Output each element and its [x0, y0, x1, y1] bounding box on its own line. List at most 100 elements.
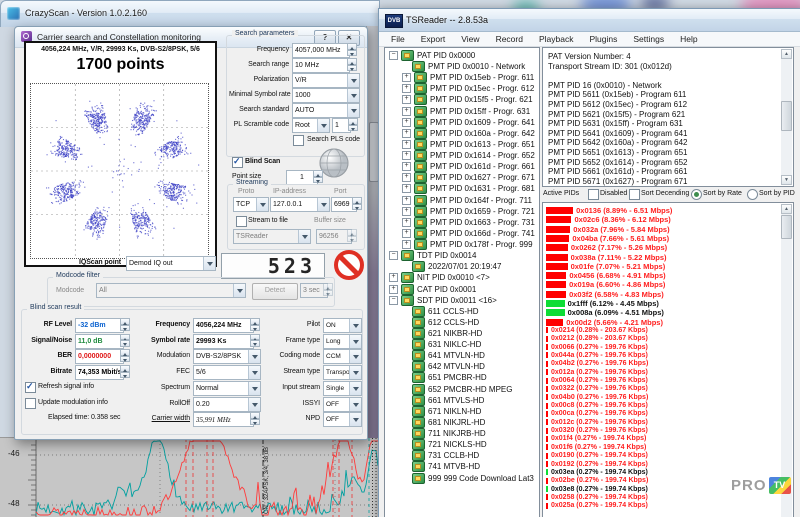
pid-row[interactable]: 0x1fff (6.12% - 4.45 Mbps) — [546, 299, 659, 308]
tree-item[interactable]: 651 PMCBR-HD — [402, 372, 487, 383]
tree-item[interactable]: 681 NIKJRL-HD — [402, 417, 485, 428]
param-field[interactable]: 4057,000 MHz — [292, 43, 350, 58]
pid-row[interactable]: 0x04b2 (0.27% - 199.76 Kbps) — [546, 360, 648, 367]
result-spinner[interactable] — [120, 334, 130, 347]
result-combo[interactable]: Long — [323, 334, 362, 349]
result-spinner[interactable] — [120, 318, 130, 331]
tree-item[interactable]: 661 MTVLS-HD — [402, 395, 484, 406]
tree-item[interactable]: 731 CCLB-HD — [402, 450, 479, 461]
tree-expander[interactable]: + — [402, 207, 411, 216]
param-spinner[interactable] — [347, 43, 357, 56]
menu-help[interactable]: Help — [672, 33, 705, 45]
pid-row[interactable]: 0x03e8 (0.27% - 199.74 Kbps) — [546, 486, 648, 493]
tree-expander[interactable]: + — [389, 273, 398, 282]
tree-item[interactable]: +PMT PID 0x15ec - Progr. 612 — [402, 83, 534, 94]
tree-item[interactable]: +PMT PID 0x1663 - Progr. 731 — [402, 217, 535, 228]
result-combo[interactable]: DVB-S2/8PSK — [193, 349, 261, 364]
tree-item[interactable]: −TDT PID 0x0014 — [389, 250, 476, 261]
tree-expander[interactable]: + — [402, 240, 411, 249]
scroll-up-arrow[interactable]: ▲ — [781, 204, 792, 214]
crazyscan-window-titlebar[interactable]: CrazyScan - Version 1.0.2.160 — [0, 0, 380, 27]
tree-item[interactable]: 621 NIKBR-HD — [402, 328, 482, 339]
tree-item[interactable]: +PMT PID 0x166d - Progr. 741 — [402, 228, 535, 239]
menu-playback[interactable]: Playback — [531, 33, 582, 45]
tree-item[interactable]: 631 NIKLC-HD — [402, 339, 481, 350]
tree-item[interactable]: +PMT PID 0x161d - Progr. 661 — [402, 161, 535, 172]
param-field[interactable]: 10 MHz — [292, 58, 350, 73]
menu-view[interactable]: View — [453, 33, 487, 45]
sort-by-rate-radio[interactable] — [691, 189, 702, 200]
tree-expander[interactable]: + — [402, 184, 411, 193]
result-checkbox[interactable] — [25, 398, 36, 409]
pid-row[interactable]: 0x012a (0.27% - 199.76 Kbps) — [546, 369, 648, 376]
tree-item[interactable]: +PMT PID 0x1631 - Progr. 681 — [402, 183, 535, 194]
tree-item[interactable]: +PMT PID 0x15f5 - Progr. 621 — [402, 94, 533, 105]
pat-panel-scrollbar[interactable]: ▲ ▼ — [781, 49, 792, 185]
tree-expander[interactable]: + — [402, 107, 411, 116]
tree-item[interactable]: 612 CCLS-HD — [402, 317, 479, 328]
tree-expander[interactable]: + — [389, 285, 398, 294]
result-combo[interactable]: Single — [323, 381, 362, 396]
result-combo[interactable]: CCM — [323, 349, 362, 364]
pid-row[interactable]: 0x0190 (0.27% - 199.74 Kbps) — [546, 452, 648, 459]
menu-plugins[interactable]: Plugins — [581, 33, 625, 45]
tsreader-titlebar[interactable]: DVB TSReader -- 2.8.53a — [379, 9, 800, 32]
menu-record[interactable]: Record — [488, 33, 531, 45]
tree-expander[interactable]: − — [389, 251, 398, 260]
pid-row[interactable]: 0x01f6 (0.27% - 199.74 Kbps) — [546, 444, 646, 451]
pid-row[interactable]: 0x0136 (8.89% - 6.51 Mbps) — [546, 206, 672, 215]
pid-row[interactable]: 0x00d2 (5.66% - 4.21 Mbps) — [546, 318, 663, 327]
tree-item[interactable]: +PMT PID 0x1609 - Progr. 641 — [402, 117, 535, 128]
result-value-field[interactable]: 11,0 dB — [75, 334, 124, 349]
scroll-down-arrow[interactable]: ▼ — [781, 175, 792, 185]
tree-expander[interactable]: + — [402, 84, 411, 93]
blind-scan-checkbox[interactable] — [232, 157, 243, 168]
menu-file[interactable]: File — [383, 33, 413, 45]
sort-by-pid-radio[interactable] — [747, 189, 758, 200]
result-combo[interactable]: 5/6 — [193, 365, 261, 380]
pid-row[interactable]: 0x04ba (7.66% - 5.61 Mbps) — [546, 234, 669, 243]
pid-row[interactable]: 0x02c6 (8.36% - 6.12 Mbps) — [546, 215, 671, 224]
pid-row[interactable]: 0x019a (6.60% - 4.86 Mbps) — [546, 280, 665, 289]
result-combo[interactable]: OFF — [323, 397, 362, 412]
result-combo[interactable]: ON — [323, 318, 362, 333]
tree-item[interactable]: −SDT PID 0x0011 <16> — [389, 295, 497, 306]
pid-row[interactable]: 0x0064 (0.27% - 199.76 Kbps) — [546, 377, 648, 384]
tree-expander[interactable]: − — [389, 296, 398, 305]
result-combo[interactable]: Transport — [323, 365, 362, 380]
result-value-field[interactable]: -32 dBm — [75, 318, 124, 333]
tree-item[interactable]: 711 NIKJRB-HD — [402, 428, 486, 439]
pid-row[interactable]: 0x0214 (0.28% - 203.67 Kbps) — [546, 327, 648, 334]
result-value-field[interactable]: 0,0000000 — [75, 349, 124, 364]
tree-expander[interactable]: + — [402, 173, 411, 182]
tree-item[interactable]: +PMT PID 0x1613 - Progr. 651 — [402, 139, 535, 150]
pid-row[interactable]: 0x03ea (0.27% - 199.74 Kbps) — [546, 469, 648, 476]
tree-expander[interactable]: + — [402, 95, 411, 104]
pid-row[interactable]: 0x038a (7.11% - 5.22 Mbps) — [546, 253, 667, 262]
pid-row[interactable]: 0x0456 (6.68% - 4.91 Mbps) — [546, 271, 666, 280]
tree-item[interactable]: −PAT PID 0x0000 — [389, 50, 475, 61]
pid-row[interactable]: 0x0258 (0.27% - 199.74 Kbps) — [546, 494, 648, 501]
tree-item[interactable]: +PMT PID 0x1614 - Progr. 652 — [402, 150, 535, 161]
pid-row[interactable]: 0x0320 (0.27% - 199.76 Kbps) — [546, 427, 648, 434]
pid-row[interactable]: 0x0212 (0.28% - 203.67 Kbps) — [546, 335, 648, 342]
result-value-field[interactable]: 4056,224 MHz — [193, 318, 254, 333]
ip-address-combo[interactable]: 127.0.0.1 — [270, 197, 330, 212]
pid-row[interactable]: 0x00ca (0.27% - 199.76 Kbps) — [546, 410, 648, 417]
scrollbar-thumb[interactable] — [781, 101, 792, 131]
pid-row[interactable]: 0x025a (0.27% - 199.74 Kbps) — [546, 502, 648, 509]
tree-expander[interactable]: + — [402, 129, 411, 138]
tree-item[interactable]: +PMT PID 0x15ff - Progr. 631 — [402, 106, 530, 117]
pid-row[interactable]: 0x01fe (7.07% - 5.21 Mbps) — [546, 262, 665, 271]
tree-item[interactable]: 721 NICKLS-HD — [402, 439, 487, 450]
pl-root-combo[interactable]: Root — [292, 118, 330, 133]
tree-expander[interactable]: − — [389, 51, 398, 60]
tree-item[interactable]: +PMT PID 0x164f - Progr. 711 — [402, 195, 532, 206]
pid-row[interactable]: 0x008a (6.09% - 4.51 Mbps) — [546, 308, 664, 317]
tree-item[interactable]: +PMT PID 0x1659 - Progr. 721 — [402, 206, 535, 217]
tree-expander[interactable]: + — [402, 118, 411, 127]
pid-row[interactable]: 0x032a (7.96% - 5.84 Mbps) — [546, 225, 670, 234]
disabled-checkbox[interactable] — [588, 189, 599, 200]
tree-item[interactable]: PMT PID 0x0010 - Network — [402, 61, 525, 72]
port-spinner[interactable] — [352, 197, 362, 210]
